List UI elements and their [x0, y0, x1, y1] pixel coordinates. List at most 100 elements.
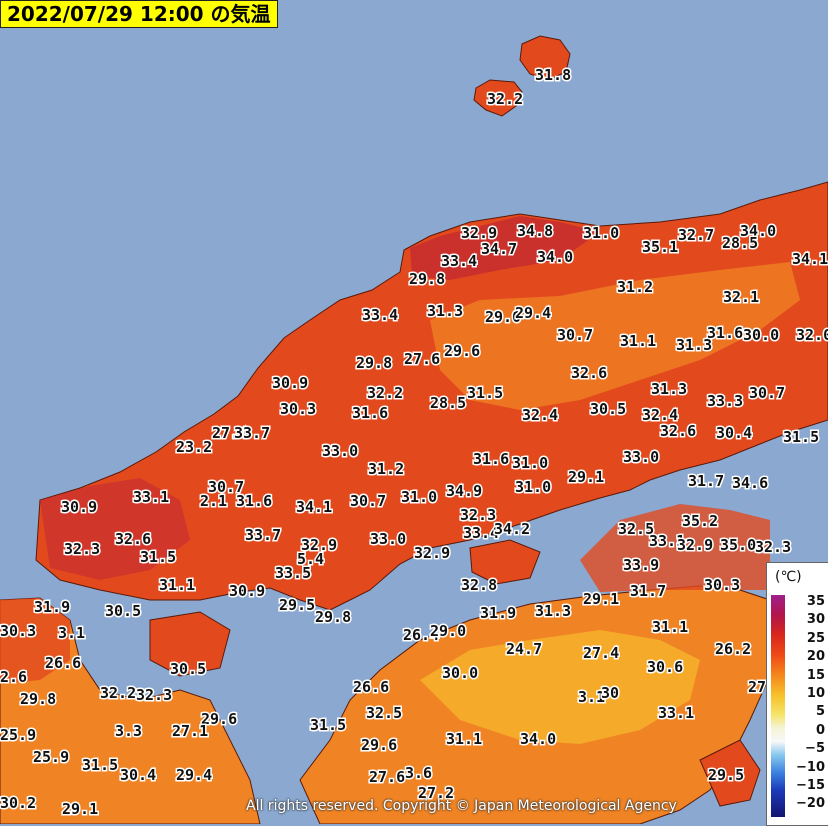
temperature-reading: 30.0 [442, 664, 478, 682]
temperature-reading: 30.6 [647, 658, 683, 676]
temperature-reading: 31.5 [783, 428, 819, 446]
temperature-reading: 31.0 [512, 454, 548, 472]
temperature-reading: 29.4 [176, 766, 212, 784]
temperature-reading: 28.5 [430, 394, 466, 412]
temperature-reading: 32.3 [460, 506, 496, 524]
legend-tick: −10 [796, 759, 825, 775]
temperature-reading: 31.9 [480, 604, 516, 622]
temperature-reading: 32.8 [461, 576, 497, 594]
temperature-reading: 31.2 [617, 278, 653, 296]
temperature-reading: 29.5 [708, 766, 744, 784]
temperature-reading: 31.2 [368, 460, 404, 478]
temperature-reading: 31.8 [535, 66, 571, 84]
temperature-reading: 33.0 [370, 530, 406, 548]
temperature-reading: 30.7 [749, 384, 785, 402]
temperature-reading: 30.9 [61, 498, 97, 516]
temperature-reading: 30.2 [0, 794, 36, 812]
temperature-reading: 31.1 [652, 618, 688, 636]
legend-tick: 25 [806, 630, 825, 646]
temperature-reading: 32.6 [571, 364, 607, 382]
temperature-reading: 34.0 [537, 248, 573, 266]
temperature-reading: 27.1 [172, 722, 208, 740]
temperature-reading: 31.0 [583, 224, 619, 242]
temperature-reading: 30.5 [105, 602, 141, 620]
legend-ticks: 35 30 25 20 15 10 5 0 −5 −10 −15 −20 [789, 593, 828, 814]
temperature-reading: 28.5 [722, 234, 758, 252]
temperature-reading: 25.9 [33, 748, 69, 766]
temperature-reading: 31.1 [446, 730, 482, 748]
temperature-reading: 30.9 [229, 582, 265, 600]
legend-tick: −20 [796, 796, 825, 812]
temperature-reading: 32.2 [367, 384, 403, 402]
temperature-reading: 32.7 [678, 226, 714, 244]
temperature-reading: 23.2 [176, 438, 212, 456]
temperature-reading: 31.0 [401, 488, 437, 506]
temperature-reading: 3.1 [58, 624, 85, 642]
temperature-reading: 29.5 [279, 596, 315, 614]
legend-tick: 5 [815, 704, 825, 720]
temperature-reading: 29.8 [315, 608, 351, 626]
temperature-reading: 32.9 [677, 536, 713, 554]
temperature-reading: 35.0 [720, 536, 756, 554]
temperature-reading: 31.6 [707, 324, 743, 342]
temperature-legend: (℃) 35 30 25 20 15 10 5 0 −5 −10 −15 −20 [766, 562, 828, 826]
temperature-reading: 31.3 [535, 602, 571, 620]
temperature-reading: 33.7 [234, 424, 270, 442]
temperature-reading: 29.4 [515, 304, 551, 322]
temperature-reading: 26.6 [353, 678, 389, 696]
temperature-reading: 31.7 [630, 582, 666, 600]
temperature-reading: 31.1 [620, 332, 656, 350]
temperature-reading: 34.8 [517, 222, 553, 240]
temperature-reading: 30.3 [0, 622, 36, 640]
temperature-reading: 30.3 [704, 576, 740, 594]
temperature-reading: 32.2 [100, 684, 136, 702]
temperature-reading: 26.6 [45, 654, 81, 672]
temperature-reading: 35.1 [642, 238, 678, 256]
temperature-reading: 34.2 [494, 520, 530, 538]
temperature-reading: 30.7 [557, 326, 593, 344]
temperature-reading: 33.4 [362, 306, 398, 324]
temperature-reading: 30.5 [170, 660, 206, 678]
temperature-reading: 34.9 [446, 482, 482, 500]
legend-tick: 30 [806, 612, 825, 628]
temperature-map: 31.8 32.2 32.9 34.8 31.0 32.7 34.0 33.4 34.7 34.0… [0, 0, 828, 824]
temperature-reading: 34.1 [792, 250, 828, 268]
temperature-reading: 32.9 [414, 544, 450, 562]
temperature-reading: 29.8 [20, 690, 56, 708]
legend-tick: 15 [806, 667, 825, 683]
temperature-reading: 30.3 [280, 400, 316, 418]
temperature-reading: 34.0 [520, 730, 556, 748]
temperature-reading: 24.7 [506, 640, 542, 658]
temperature-reading: 29.6 [444, 342, 480, 360]
temperature-reading: 31.7 [688, 472, 724, 490]
legend-tick: 35 [806, 594, 825, 609]
temperature-reading: 33.7 [245, 526, 281, 544]
temperature-reading: 31.5 [82, 756, 118, 774]
temperature-reading: 33.0 [623, 448, 659, 466]
temperature-reading: 33.3 [707, 392, 743, 410]
temperature-reading: 34.7 [481, 240, 517, 258]
temperature-reading: 30.4 [716, 424, 752, 442]
temperature-reading: 33.1 [658, 704, 694, 722]
temperature-reading: 32.5 [366, 704, 402, 722]
temperature-reading: 31.5 [140, 548, 176, 566]
temperature-reading: 34.6 [732, 474, 768, 492]
temperature-reading: 32.4 [522, 406, 558, 424]
temperature-reading: 32.2 [487, 90, 523, 108]
temperature-reading: 31.6 [352, 404, 388, 422]
temperature-reading: 32.3 [136, 686, 172, 704]
temperature-reading: 30.5 [590, 400, 626, 418]
temperature-reading: 31.0 [515, 478, 551, 496]
temperature-reading: 29.1 [568, 468, 604, 486]
temperature-reading: 29.1 [583, 590, 619, 608]
temperature-reading: 31.6 [473, 450, 509, 468]
temperature-reading: 30.7 [350, 492, 386, 510]
temperature-reading: 32.0 [796, 326, 828, 344]
temperature-reading: 27.6 [404, 350, 440, 368]
legend-tick: 10 [806, 685, 825, 701]
temperature-reading: 31.5 [310, 716, 346, 734]
temperature-reading: 32.6 [660, 422, 696, 440]
temperature-reading: 29.1 [62, 800, 98, 818]
temperature-reading: 30 [601, 684, 619, 702]
temperature-reading: 32.3 [64, 540, 100, 558]
